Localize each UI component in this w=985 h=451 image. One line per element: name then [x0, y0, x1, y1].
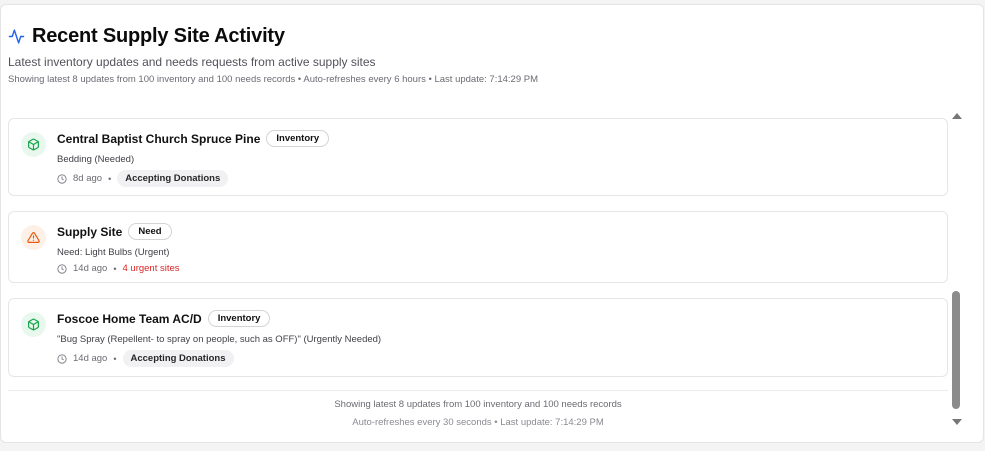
separator-dot: • — [113, 353, 117, 364]
activity-icon — [8, 29, 25, 44]
item-body: Foscoe Home Team AC/D Inventory "Bug Spr… — [57, 310, 381, 367]
clock-icon — [57, 263, 67, 274]
item-age: 14d ago — [73, 263, 108, 274]
item-age: 8d ago — [73, 173, 103, 184]
scrollbar-thumb[interactable] — [952, 291, 960, 409]
footer-summary: Showing latest 8 updates from 100 invent… — [334, 399, 622, 410]
footer-refresh: Auto-refreshes every 30 seconds • Last u… — [352, 417, 604, 428]
refresh-meta: Showing latest 8 updates from 100 invent… — [8, 74, 538, 85]
alert-icon-badge — [21, 225, 46, 250]
item-body: Supply Site Need Need: Light Bulbs (Urge… — [57, 223, 180, 274]
item-meta-row: 14d ago • 4 urgent sites — [57, 263, 180, 274]
list-item[interactable]: Foscoe Home Team AC/D Inventory "Bug Spr… — [8, 298, 948, 377]
item-detail: Need: Light Bulbs (Urgent) — [57, 247, 170, 258]
urgent-count: 4 urgent sites — [122, 263, 180, 274]
scrollbar[interactable] — [950, 110, 963, 428]
list-footer: Showing latest 8 updates from 100 invent… — [8, 399, 948, 428]
type-badge: Need — [128, 223, 172, 240]
title-row: Recent Supply Site Activity — [8, 25, 538, 48]
item-detail: Bedding (Needed) — [57, 154, 135, 165]
type-badge: Inventory — [207, 310, 271, 327]
item-meta-row: 8d ago • Accepting Donations — [57, 170, 329, 187]
card-header: Recent Supply Site Activity Latest inven… — [8, 25, 538, 85]
separator-dot: • — [108, 173, 112, 184]
item-age: 14d ago — [73, 353, 108, 364]
activity-card: Recent Supply Site Activity Latest inven… — [0, 4, 984, 443]
status-badge: Accepting Donations — [122, 350, 234, 367]
item-name-row: Central Baptist Church Spruce Pine Inven… — [57, 130, 330, 147]
package-icon — [28, 138, 39, 151]
site-name: Foscoe Home Team AC/D — [57, 311, 202, 326]
separator-dot: • — [113, 263, 117, 274]
item-body: Central Baptist Church Spruce Pine Inven… — [57, 130, 330, 187]
scroll-down-icon[interactable] — [952, 419, 962, 425]
item-detail: "Bug Spray (Repellent- to spray on peopl… — [57, 334, 382, 345]
page-subtitle: Latest inventory updates and needs reque… — [8, 55, 376, 69]
item-name-row: Supply Site Need — [57, 223, 180, 240]
package-icon-badge — [21, 132, 46, 157]
list-item[interactable]: Supply Site Need Need: Light Bulbs (Urge… — [8, 211, 948, 283]
site-name: Central Baptist Church Spruce Pine — [57, 131, 261, 146]
type-badge: Inventory — [266, 130, 330, 147]
page-title: Recent Supply Site Activity — [32, 25, 285, 47]
item-name-row: Foscoe Home Team AC/D Inventory — [57, 310, 381, 327]
list-item[interactable]: Central Baptist Church Spruce Pine Inven… — [8, 118, 948, 196]
alert-triangle-icon — [27, 231, 40, 243]
site-name: Supply Site — [57, 224, 123, 239]
package-icon-badge — [21, 312, 46, 337]
footer-divider — [8, 390, 948, 391]
item-meta-row: 14d ago • Accepting Donations — [57, 350, 381, 367]
clock-icon — [57, 173, 67, 184]
package-icon — [28, 318, 39, 331]
status-badge: Accepting Donations — [117, 170, 229, 187]
scroll-up-icon[interactable] — [952, 113, 962, 119]
clock-icon — [57, 353, 67, 364]
